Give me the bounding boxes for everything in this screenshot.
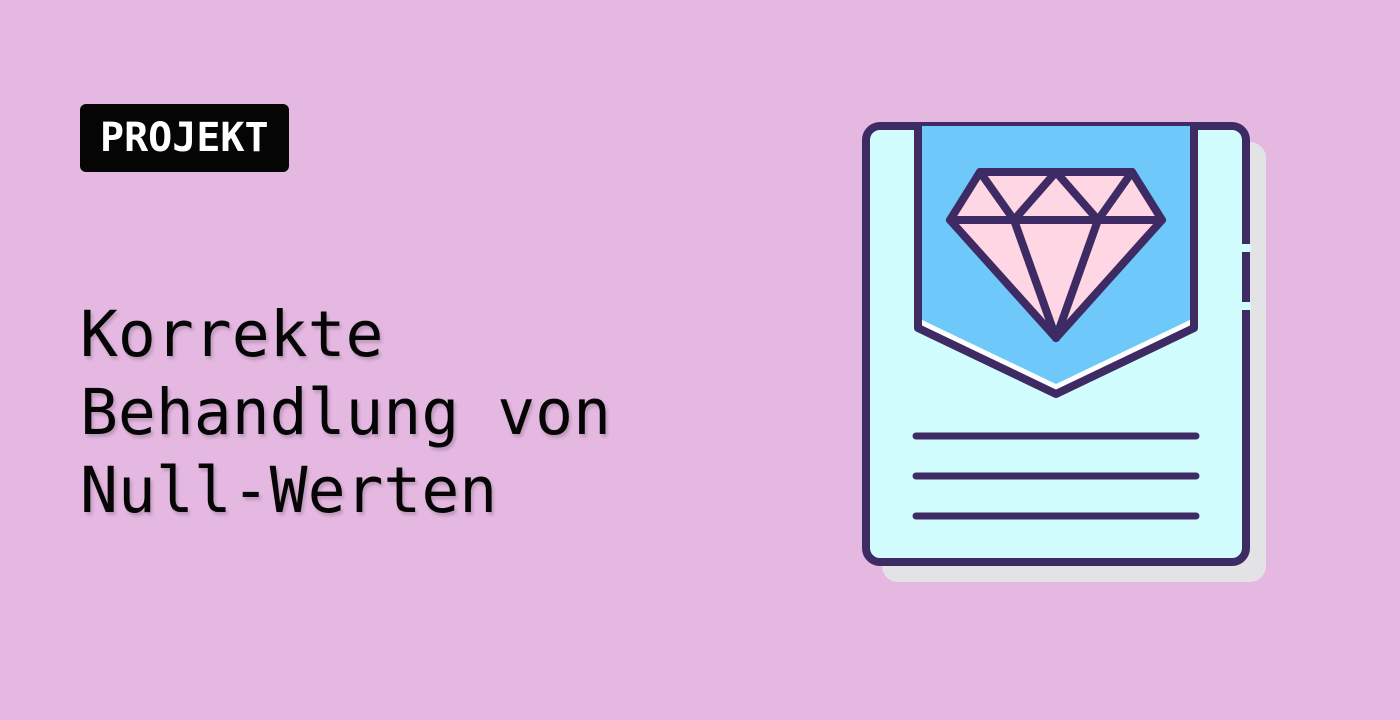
title-line-1: Korrekte (80, 298, 384, 371)
document-diamond-icon (862, 122, 1266, 582)
category-badge: PROJEKT (80, 104, 289, 172)
title-line-2: Behandlung von (80, 376, 612, 449)
page-title: Korrekte Behandlung von Null-Werten (80, 296, 720, 530)
category-badge-label: PROJEKT (100, 115, 269, 161)
banner-canvas: PROJEKT Korrekte Behandlung von Null-Wer… (0, 0, 1400, 720)
title-line-3: Null-Werten (80, 454, 498, 527)
